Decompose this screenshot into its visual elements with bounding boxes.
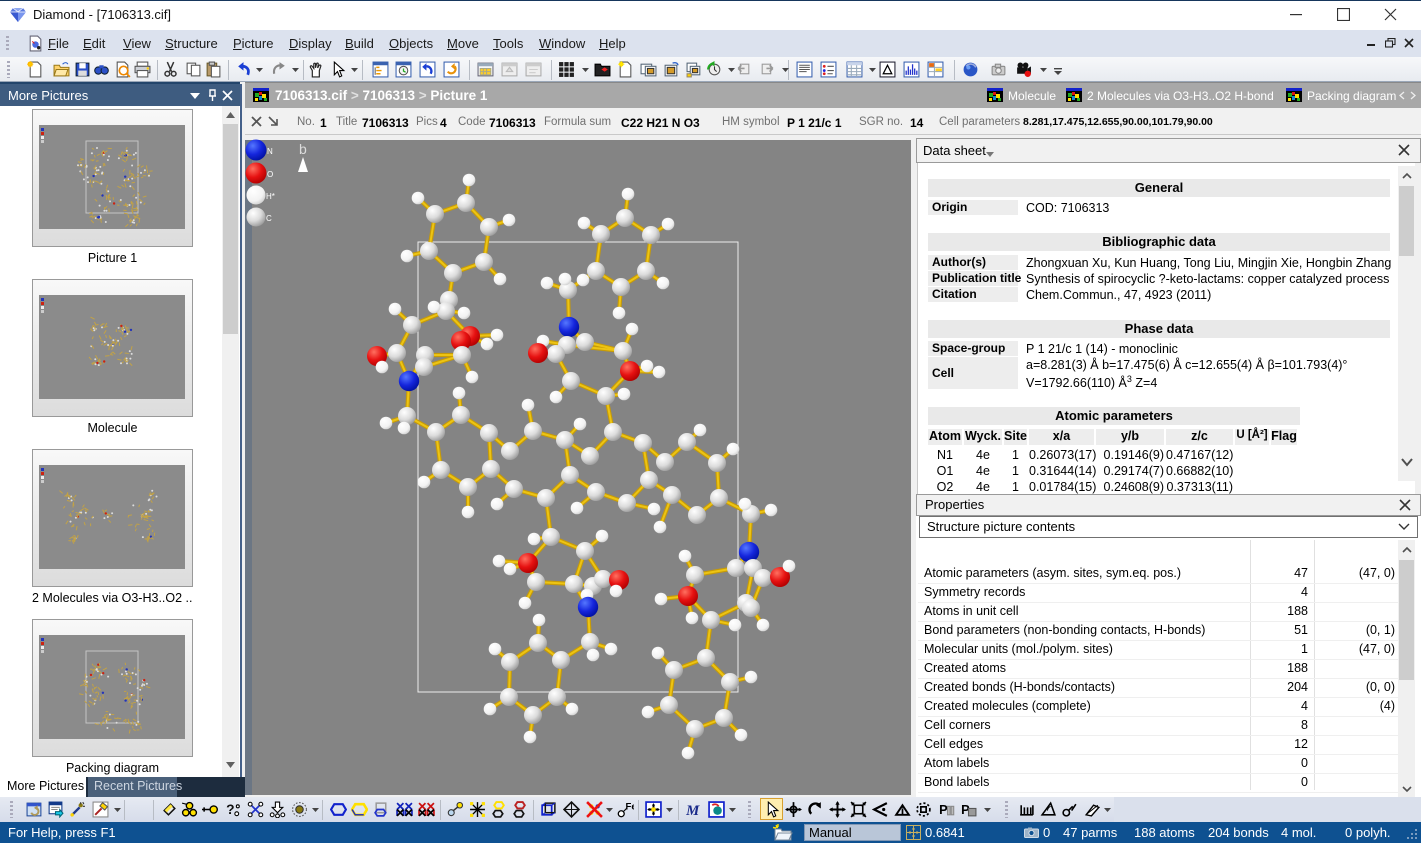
svg-text:M: M xyxy=(685,803,700,818)
svg-text:?: ? xyxy=(226,801,234,817)
svg-text:P: P xyxy=(939,802,948,817)
svg-text:H*: H* xyxy=(266,192,275,201)
svg-text:O: O xyxy=(267,170,273,179)
svg-text:Fe: Fe xyxy=(626,802,635,813)
svg-text:C: C xyxy=(266,214,272,223)
svg-text:N: N xyxy=(267,147,273,156)
svg-text:b: b xyxy=(299,141,307,157)
